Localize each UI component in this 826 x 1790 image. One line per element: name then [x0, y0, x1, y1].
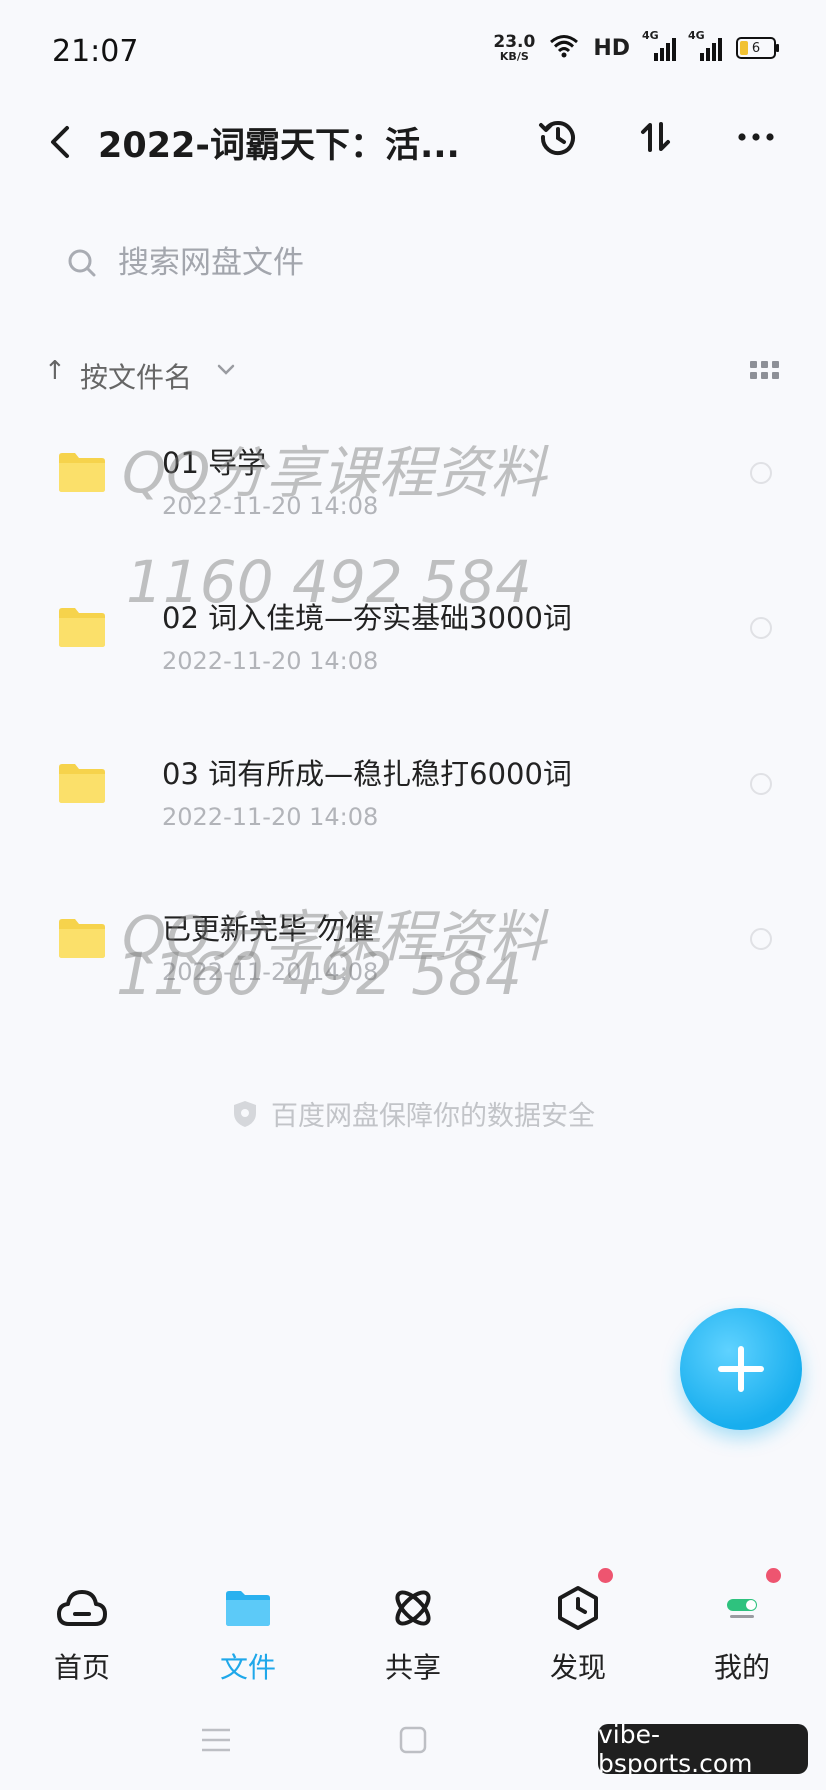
folder-icon	[59, 919, 105, 958]
grid-view-icon[interactable]	[748, 358, 784, 388]
back-button[interactable]	[38, 120, 82, 164]
folder-icon	[220, 1580, 276, 1636]
sort-row[interactable]: ↑ 按文件名	[44, 354, 784, 398]
battery-icon: 6	[736, 37, 779, 59]
nav-label: 首页	[53, 1651, 110, 1684]
wifi-icon	[549, 34, 579, 62]
menu-icon[interactable]	[196, 1720, 236, 1760]
file-date: 2022-11-20 14:08	[162, 647, 379, 675]
file-date: 2022-11-20 14:08	[162, 492, 379, 520]
status-time: 21:07	[52, 34, 139, 69]
folder-icon	[59, 453, 105, 492]
app-screen: 21:07 23.0 KB/S HD 4G 4G 6 2022-词霸天下：活..…	[0, 0, 826, 1790]
home-cloud-icon	[54, 1580, 110, 1636]
network-speed-value: 23.0	[493, 32, 536, 52]
network-speed-unit: KB/S	[499, 50, 529, 63]
select-checkbox[interactable]	[750, 773, 772, 795]
select-checkbox[interactable]	[750, 617, 772, 639]
nav-item-share[interactable]: 共享	[353, 1570, 473, 1690]
signal-2-icon: 4G	[688, 29, 722, 61]
signal-1-label: 4G	[642, 29, 659, 42]
history-icon	[539, 121, 575, 156]
file-name: 已更新完毕 勿催	[162, 912, 375, 946]
list-item[interactable]: 02 词入佳境—夯实基础3000词 2022-11-20 14:08	[0, 565, 826, 715]
add-button[interactable]	[680, 1308, 802, 1430]
file-name: 01 导学	[162, 446, 267, 480]
nav-item-files[interactable]: 文件	[188, 1570, 308, 1690]
sort-label[interactable]: 按文件名	[80, 356, 192, 396]
safety-note-text: 百度网盘保障你的数据安全	[271, 1101, 595, 1132]
page-title: 2022-词霸天下：活...	[98, 126, 460, 166]
top-bar: 2022-词霸天下：活...	[0, 100, 826, 210]
signal-1-icon: 4G	[642, 29, 676, 61]
bottom-nav: 首页 文件 共享 发现 我的	[0, 1568, 826, 1700]
chevron-down-icon[interactable]	[214, 358, 238, 382]
nav-item-discover[interactable]: 发现	[518, 1568, 638, 1690]
nav-label: 发现	[549, 1651, 606, 1684]
safety-note: 百度网盘保障你的数据安全	[0, 1094, 826, 1133]
file-name: 02 词入佳境—夯实基础3000词	[162, 601, 572, 635]
file-date: 2022-11-20 14:08	[162, 958, 379, 986]
select-checkbox[interactable]	[750, 928, 772, 950]
nav-label: 我的	[713, 1651, 770, 1684]
notification-dot	[766, 1568, 781, 1583]
file-date: 2022-11-20 14:08	[162, 803, 379, 831]
discover-cube-icon	[550, 1568, 613, 1636]
status-bar: 21:07 23.0 KB/S HD 4G 4G 6	[0, 0, 826, 100]
profile-toggle-icon	[714, 1568, 781, 1636]
nav-item-home[interactable]: 首页	[22, 1570, 142, 1690]
folder-icon	[59, 608, 105, 647]
folder-icon	[59, 764, 105, 803]
nav-label: 共享	[384, 1651, 441, 1684]
corner-badge: vibe-bsports.com	[598, 1720, 808, 1778]
sort-button[interactable]	[634, 115, 678, 159]
sort-icon	[641, 122, 670, 152]
search-icon	[66, 247, 98, 279]
search-bar[interactable]	[48, 228, 778, 298]
notification-dot	[598, 1568, 613, 1583]
share-atom-icon	[385, 1580, 441, 1636]
list-item[interactable]: 已更新完毕 勿催 2022-11-20 14:08	[0, 876, 826, 1026]
select-checkbox[interactable]	[750, 462, 772, 484]
more-button[interactable]	[734, 115, 778, 159]
search-input[interactable]	[116, 244, 720, 282]
signal-2-label: 4G	[688, 29, 705, 42]
list-item[interactable]: 03 词有所成—稳扎稳打6000词 2022-11-20 14:08	[0, 721, 826, 871]
history-button[interactable]	[536, 115, 580, 159]
nav-label: 文件	[219, 1651, 276, 1684]
sort-direction-icon: ↑	[44, 356, 66, 386]
status-indicators: 23.0 KB/S HD 4G 4G 6	[493, 29, 779, 63]
battery-level: 6	[751, 40, 761, 56]
list-item[interactable]: 01 导学 2022-11-20 14:08	[0, 410, 826, 560]
shield-icon	[234, 1100, 256, 1127]
nav-item-profile[interactable]: 我的	[682, 1568, 802, 1690]
more-icon	[738, 133, 774, 141]
hd-label: HD	[593, 35, 630, 61]
back-icon	[51, 126, 69, 158]
network-speed: 23.0 KB/S	[493, 32, 536, 63]
plus-icon	[718, 1346, 764, 1392]
file-name: 03 词有所成—稳扎稳打6000词	[162, 757, 572, 791]
home-square-icon[interactable]	[393, 1720, 433, 1760]
